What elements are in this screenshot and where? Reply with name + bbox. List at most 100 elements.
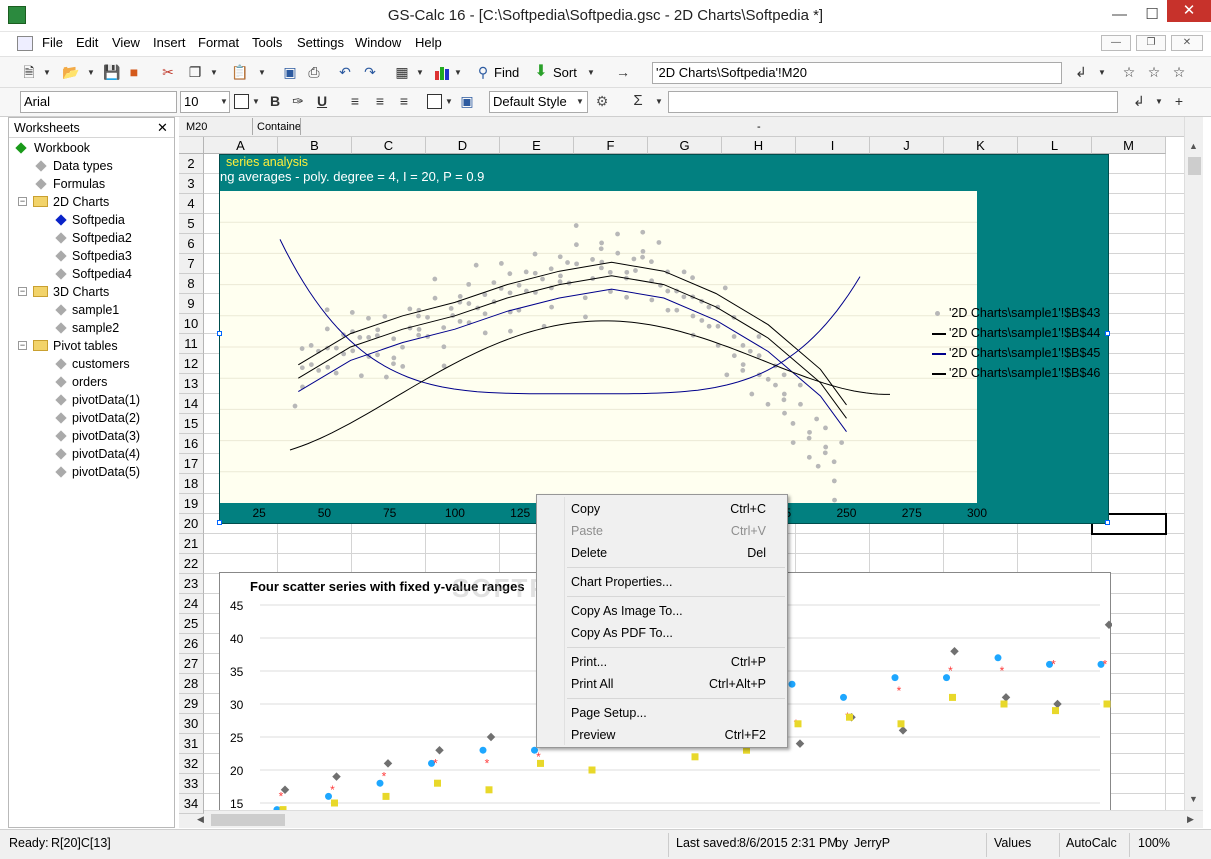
horizontal-scrollbar[interactable]: ◀ ▶	[179, 810, 1203, 828]
tree-item[interactable]: pivotData(2)	[9, 409, 174, 427]
print-icon[interactable]: ⎙	[305, 63, 323, 81]
row-header[interactable]: 18	[179, 474, 204, 494]
screen-icon[interactable]: ▣	[281, 63, 299, 81]
menu-item-preview[interactable]: Preview Ctrl+F2	[538, 724, 786, 746]
collapse-icon[interactable]: −	[18, 287, 27, 296]
menu-item-copy[interactable]: Copy Ctrl+C	[538, 498, 786, 520]
resize-handle[interactable]	[217, 331, 222, 336]
status-autocalc[interactable]: AutoCalc	[1066, 836, 1117, 850]
undo-icon[interactable]: ↶	[336, 63, 354, 81]
column-header[interactable]: D	[426, 137, 500, 154]
row-header[interactable]: 23	[179, 574, 204, 594]
scroll-up-icon[interactable]: ▲	[1189, 141, 1198, 151]
scroll-right-icon[interactable]: ▶	[1187, 814, 1194, 825]
chevron-down-icon[interactable]: ▼	[1155, 97, 1163, 106]
fill-color-icon[interactable]	[427, 94, 442, 109]
menu-item-chart-properties[interactable]: Chart Properties...	[538, 571, 786, 593]
menu-settings[interactable]: Settings	[297, 35, 344, 50]
row-header[interactable]: 27	[179, 654, 204, 674]
column-header[interactable]: M	[1092, 137, 1166, 154]
doc-minimize-button[interactable]: —	[1101, 35, 1131, 51]
row-header[interactable]: 22	[179, 554, 204, 574]
find-button[interactable]: Find	[494, 65, 519, 80]
tree-item[interactable]: pivotData(1)	[9, 391, 174, 409]
tree-item[interactable]: Softpedia	[9, 211, 174, 229]
chevron-down-icon[interactable]: ▼	[587, 68, 595, 77]
align-left-icon[interactable]: ≡	[346, 92, 364, 110]
tree-item[interactable]: sample2	[9, 319, 174, 337]
sum-icon[interactable]: Σ	[629, 92, 647, 110]
picture-icon[interactable]: ▣	[458, 92, 476, 110]
column-header[interactable]: H	[722, 137, 796, 154]
border-icon[interactable]	[234, 94, 249, 109]
enter-icon[interactable]: ↲	[1130, 92, 1148, 110]
row-header[interactable]: 9	[179, 294, 204, 314]
tree-item[interactable]: Workbook	[9, 139, 174, 157]
style-select[interactable]: Default Style	[489, 91, 588, 113]
star-icon[interactable]: ☆	[1120, 63, 1138, 81]
table-icon[interactable]: ▦	[393, 63, 411, 81]
gear-icon[interactable]: ⚙	[593, 92, 611, 110]
doc-restore-button[interactable]: ❐	[1136, 35, 1166, 51]
chevron-down-icon[interactable]: ▼	[258, 68, 266, 77]
menu-item-delete[interactable]: Delete Del	[538, 542, 786, 564]
chart-icon[interactable]	[434, 65, 452, 80]
tree-item[interactable]: Softpedia4	[9, 265, 174, 283]
align-center-icon[interactable]: ≡	[371, 92, 389, 110]
chevron-down-icon[interactable]: ▼	[655, 97, 663, 106]
menu-window[interactable]: Window	[355, 35, 401, 50]
cut-icon[interactable]: ✂	[159, 63, 177, 81]
align-right-icon[interactable]: ≡	[395, 92, 413, 110]
maximize-button[interactable]: ☐	[1137, 0, 1167, 31]
doc-close-button[interactable]: ✕	[1171, 35, 1203, 51]
row-header[interactable]: 14	[179, 394, 204, 414]
font-select[interactable]: Arial	[20, 91, 177, 113]
row-header[interactable]: 21	[179, 534, 204, 554]
row-header[interactable]: 5	[179, 214, 204, 234]
menu-format[interactable]: Format	[198, 35, 239, 50]
row-header[interactable]: 25	[179, 614, 204, 634]
column-header[interactable]: L	[1018, 137, 1092, 154]
tree-item[interactable]: Softpedia3	[9, 247, 174, 265]
chevron-down-icon[interactable]: ▼	[43, 68, 51, 77]
row-header[interactable]: 11	[179, 334, 204, 354]
column-header[interactable]: B	[278, 137, 352, 154]
close-button[interactable]: ✕	[1167, 0, 1211, 22]
tree-item[interactable]: − 3D Charts	[9, 283, 174, 301]
paste-icon[interactable]: 📋	[231, 63, 249, 81]
save-icon[interactable]: 💾	[103, 63, 121, 81]
row-header[interactable]: 7	[179, 254, 204, 274]
row-header[interactable]: 28	[179, 674, 204, 694]
row-header[interactable]: 10	[179, 314, 204, 334]
chevron-down-icon[interactable]: ▼	[87, 68, 95, 77]
row-header[interactable]: 4	[179, 194, 204, 214]
menu-item-copy-as-image-to[interactable]: Copy As Image To...	[538, 600, 786, 622]
scroll-thumb[interactable]	[1188, 157, 1201, 175]
save-as-icon[interactable]: ■	[125, 63, 143, 81]
select-all[interactable]	[179, 137, 204, 154]
redo-icon[interactable]: ↷	[361, 63, 379, 81]
chevron-down-icon[interactable]: ▼	[454, 68, 462, 77]
menu-view[interactable]: View	[112, 35, 140, 50]
column-header[interactable]: J	[870, 137, 944, 154]
goto-arrow-icon[interactable]: →	[614, 63, 632, 81]
row-header[interactable]: 3	[179, 174, 204, 194]
plus-icon[interactable]: +	[1170, 92, 1188, 110]
scroll-down-icon[interactable]: ▼	[1189, 794, 1198, 804]
column-header[interactable]: E	[500, 137, 574, 154]
row-header[interactable]: 2	[179, 154, 204, 174]
chevron-down-icon[interactable]: ▼	[210, 68, 218, 77]
column-header[interactable]: K	[944, 137, 1018, 154]
row-header[interactable]: 16	[179, 434, 204, 454]
resize-handle[interactable]	[1105, 331, 1110, 336]
menu-tools[interactable]: Tools	[252, 35, 282, 50]
column-header[interactable]: I	[796, 137, 870, 154]
time-series-chart[interactable]: series analysis ng averages - poly. degr…	[219, 154, 1109, 524]
row-header[interactable]: 24	[179, 594, 204, 614]
underline-icon[interactable]: U	[313, 92, 331, 110]
chevron-down-icon[interactable]: ▼	[445, 97, 453, 106]
star-add-icon[interactable]: ☆	[1145, 63, 1163, 81]
menu-help[interactable]: Help	[415, 35, 442, 50]
chevron-down-icon[interactable]: ▼	[220, 97, 228, 106]
close-icon[interactable]: ✕	[157, 120, 168, 136]
